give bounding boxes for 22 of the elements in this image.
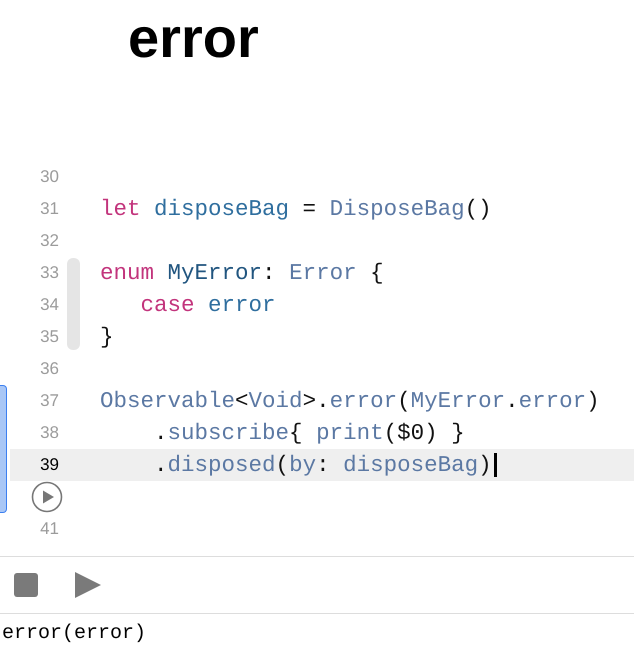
code-line: case error [140, 291, 276, 319]
line-number: 36 [39, 359, 59, 379]
page-title: error [128, 5, 259, 71]
play-button[interactable] [75, 572, 101, 598]
code-line: let disposeBag = DisposeBag() [100, 195, 492, 223]
line-number: 34 [39, 295, 59, 315]
code-line: enum MyError: Error { [100, 259, 384, 287]
line-number: 32 [39, 231, 59, 251]
line-number: 30 [39, 167, 59, 187]
text-cursor [494, 453, 497, 477]
line-number: 37 [39, 391, 59, 411]
line-number: 38 [39, 423, 59, 443]
line-number: 41 [39, 519, 59, 539]
line-number: 31 [39, 199, 59, 219]
line-number: 35 [39, 327, 59, 347]
code-line: } [100, 323, 114, 351]
code-line: .subscribe{ print($0) } [153, 419, 465, 447]
code-line: .disposed(by: disposeBag) [153, 451, 492, 479]
console-output: error(error) [2, 622, 146, 645]
line-number: 39 [39, 455, 59, 475]
code-line: Observable<Void>.error(MyError.error) [100, 387, 600, 415]
line-number: 33 [39, 263, 59, 283]
